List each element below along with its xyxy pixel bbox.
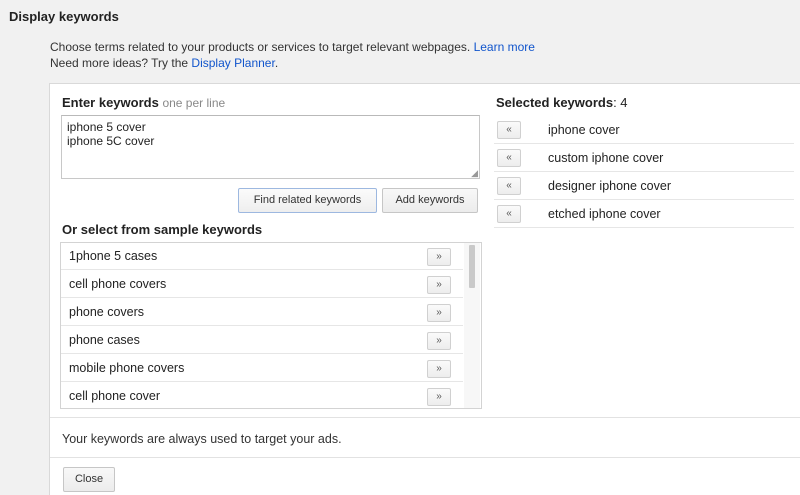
add-arrow-icon[interactable]: »	[427, 360, 451, 378]
sample-keywords-label: Or select from sample keywords	[62, 222, 263, 237]
selected-keywords-label: Selected keywords: 4	[496, 95, 628, 110]
keywords-textarea[interactable]: iphone 5 cover iphone 5C cover	[61, 115, 480, 179]
sample-keyword-text: phone cases	[69, 333, 140, 347]
selected-keyword-row: « custom iphone cover	[494, 144, 794, 172]
enter-keywords-title: Enter keywords	[62, 95, 159, 110]
remove-arrow-icon[interactable]: «	[497, 177, 521, 195]
display-planner-link[interactable]: Display Planner	[191, 56, 274, 70]
footer-note: Your keywords are always used to target …	[62, 432, 342, 446]
selected-keyword-row: « designer iphone cover	[494, 172, 794, 200]
footer-divider	[50, 457, 800, 458]
selected-keyword-text: etched iphone cover	[548, 207, 661, 221]
sample-keyword-text: mobile phone covers	[69, 361, 185, 375]
sample-keyword-row: cell phone covers »	[61, 271, 463, 298]
remove-arrow-icon[interactable]: «	[497, 205, 521, 223]
display-keywords-dialog: Display keywords Choose terms related to…	[0, 0, 800, 495]
add-arrow-icon[interactable]: »	[427, 248, 451, 266]
enter-keywords-hint: one per line	[162, 96, 226, 110]
selected-keyword-text: iphone cover	[548, 123, 620, 137]
ideas-suffix: .	[274, 56, 279, 70]
sample-keyword-text: phone covers	[69, 305, 145, 319]
sample-keyword-row: mobile phone covers »	[61, 355, 463, 382]
description-text: Choose terms related to your products or…	[50, 40, 471, 54]
selected-keyword-text: custom iphone cover	[548, 151, 664, 165]
sample-keyword-row: 1phone 5 cases »	[61, 243, 463, 270]
selected-keyword-row: « etched iphone cover	[494, 200, 794, 228]
sample-keyword-row: phone cases »	[61, 327, 463, 354]
dialog-title: Display keywords	[9, 9, 119, 24]
scrollbar-thumb[interactable]	[469, 245, 475, 288]
selected-keywords-title: Selected keywords	[496, 95, 614, 110]
add-arrow-icon[interactable]: »	[427, 276, 451, 294]
sample-keyword-row: cell phone cover »	[61, 383, 463, 408]
keywords-panel: Enter keywords one per line iphone 5 cov…	[49, 83, 800, 495]
enter-keywords-label: Enter keywords one per line	[62, 95, 225, 110]
learn-more-link[interactable]: Learn more	[474, 40, 535, 54]
find-related-keywords-button[interactable]: Find related keywords	[238, 188, 377, 213]
close-button[interactable]: Close	[63, 467, 115, 492]
selected-keyword-row: « iphone cover	[494, 116, 794, 144]
sample-keyword-text: 1phone 5 cases	[69, 249, 158, 263]
ideas-prefix: Need more ideas? Try the	[50, 56, 189, 70]
add-arrow-icon[interactable]: »	[427, 332, 451, 350]
add-arrow-icon[interactable]: »	[427, 388, 451, 406]
footer-divider	[50, 417, 800, 418]
selected-keywords-count: : 4	[613, 95, 628, 110]
sample-list-scrollbar[interactable]	[464, 243, 480, 408]
remove-arrow-icon[interactable]: «	[497, 121, 521, 139]
dialog-description: Choose terms related to your products or…	[50, 39, 535, 71]
selected-keyword-text: designer iphone cover	[548, 179, 671, 193]
sample-keywords-list: 1phone 5 cases » cell phone covers » pho…	[60, 242, 482, 409]
add-arrow-icon[interactable]: »	[427, 304, 451, 322]
resize-grip-icon[interactable]: ◢	[468, 168, 478, 178]
sample-keyword-row: phone covers »	[61, 299, 463, 326]
add-keywords-button[interactable]: Add keywords	[382, 188, 478, 213]
sample-keyword-text: cell phone covers	[69, 277, 167, 291]
sample-keyword-text: cell phone cover	[69, 389, 161, 403]
remove-arrow-icon[interactable]: «	[497, 149, 521, 167]
